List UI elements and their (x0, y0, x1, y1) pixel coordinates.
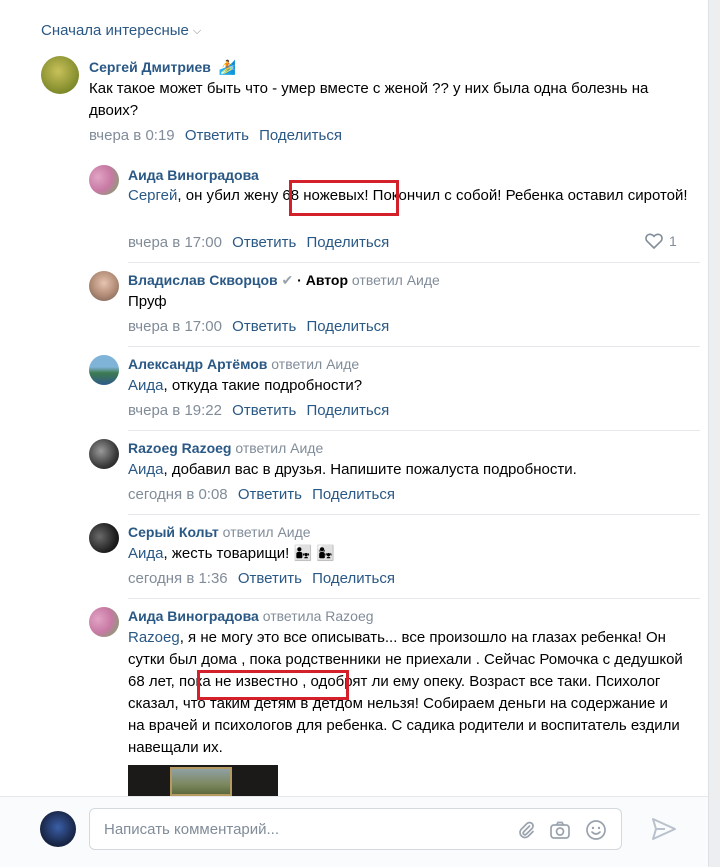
comment-author: Серый Кольт ответил Аиде (128, 524, 311, 540)
replied-to[interactable]: ответил Аиде (352, 272, 440, 288)
red-highlight-box (197, 670, 349, 700)
comment-author: Александр Артёмов ответил Аиде (128, 356, 359, 372)
verified-check-icon: ✔ (281, 272, 294, 288)
comment-text: Аида, откуда такие подробности? (128, 375, 362, 397)
text-part: , я не могу это все описывать... все про… (128, 629, 666, 668)
author-name[interactable]: Сергей Дмитриев (89, 59, 211, 75)
comment-author[interactable]: Сергей Дмитриев 🏄 (89, 59, 236, 76)
surfer-emoji-icon: 🏄 (218, 59, 237, 75)
divider (128, 598, 700, 599)
comment-text: Аида, добавил вас в друзья. Напишите пож… (128, 459, 577, 481)
replied-to[interactable]: ответил Аиде (235, 440, 323, 456)
comment-text: Как такое может быть что - умер вместе с… (89, 80, 649, 119)
sort-dropdown[interactable]: Сначала интересные ⌵ (41, 22, 201, 39)
comment-time[interactable]: вчера в 0:19 (89, 127, 175, 144)
comment-input-placeholder: Написать комментарий... (104, 821, 280, 838)
comments-panel: Сначала интересные ⌵ Сергей Дмитриев 🏄 К… (0, 0, 709, 867)
mention-link[interactable]: Аида (128, 545, 163, 562)
reply-button[interactable]: Ответить (238, 570, 302, 587)
reply-button[interactable]: Ответить (185, 127, 249, 144)
comment-time[interactable]: вчера в 17:00 (128, 318, 222, 335)
replied-to[interactable]: ответил Аиде (271, 356, 359, 372)
chevron-down-icon: ⌵ (192, 25, 202, 37)
comment-actions: вчера в 17:00 Ответить Поделиться (128, 318, 395, 335)
avatar[interactable] (41, 56, 79, 94)
camera-icon[interactable] (549, 820, 571, 840)
heart-icon (645, 233, 663, 249)
comment-author: Razoeg Razoeg ответил Аиде (128, 440, 323, 456)
comment-text: Аида, жесть товарищи! 👨‍👧 👩‍👧 (128, 543, 335, 565)
share-button[interactable]: Поделиться (259, 127, 342, 144)
comment-time[interactable]: вчера в 19:22 (128, 402, 222, 419)
text-part: , жесть товарищи! 👨‍👧 👩‍👧 (163, 545, 336, 562)
comment-author: Аида Виноградова ответила Razoeg (128, 608, 374, 624)
mention-link[interactable]: Razoeg (128, 629, 180, 646)
author-name[interactable]: Александр Артёмов (128, 356, 267, 372)
divider (128, 346, 700, 347)
paperclip-icon[interactable] (516, 820, 536, 840)
divider (128, 430, 700, 431)
like-button[interactable]: 1 (645, 233, 677, 249)
comment-actions: сегодня в 1:36 Ответить Поделиться (128, 570, 401, 587)
mention-link[interactable]: Сергей (128, 187, 177, 204)
comment-text: Пруф (128, 293, 167, 310)
share-button[interactable]: Поделиться (306, 234, 389, 251)
comment-actions: вчера в 0:19 Ответить Поделиться (89, 127, 348, 144)
comment-actions: вчера в 19:22 Ответить Поделиться (128, 402, 395, 419)
text-part: , он убил жену (177, 187, 283, 204)
smile-icon[interactable] (585, 819, 607, 841)
text-part: Покончил с собой! Ребенка оставил сирото… (368, 187, 688, 204)
attached-photo[interactable] (128, 765, 278, 796)
avatar[interactable] (89, 523, 119, 553)
divider (128, 514, 700, 515)
reply-button[interactable]: Ответить (232, 234, 296, 251)
share-button[interactable]: Поделиться (312, 486, 395, 503)
comment-author: Владислав Скворцов ✔ · Автор ответил Аид… (128, 272, 440, 289)
share-button[interactable]: Поделиться (306, 318, 389, 335)
red-highlight-box (289, 180, 399, 216)
avatar[interactable] (89, 165, 119, 195)
reply-button[interactable]: Ответить (232, 318, 296, 335)
avatar[interactable] (89, 271, 119, 301)
painting-image (170, 767, 232, 796)
comment-text: Сергей, он убил жену 68 ножевых! Покончи… (128, 185, 688, 207)
comment-actions: сегодня в 0:08 Ответить Поделиться (128, 486, 401, 503)
share-button[interactable]: Поделиться (312, 570, 395, 587)
reply-button[interactable]: Ответить (232, 402, 296, 419)
divider (128, 262, 700, 263)
mention-link[interactable]: Аида (128, 377, 163, 394)
avatar[interactable] (89, 439, 119, 469)
comment-time[interactable]: вчера в 17:00 (128, 234, 222, 251)
avatar[interactable] (89, 355, 119, 385)
replied-to[interactable]: ответила Razoeg (263, 608, 374, 624)
author-name[interactable]: Серый Кольт (128, 524, 219, 540)
author-name[interactable]: Аида Виноградова (128, 167, 259, 183)
author-badge: · Автор (297, 272, 349, 288)
comment-time[interactable]: сегодня в 0:08 (128, 486, 228, 503)
text-part: , добавил вас в друзья. Напишите пожалус… (163, 461, 577, 478)
like-count: 1 (669, 233, 677, 249)
comment-time[interactable]: сегодня в 1:36 (128, 570, 228, 587)
mention-link[interactable]: Аида (128, 461, 163, 478)
author-name[interactable]: Razoeg Razoeg (128, 440, 231, 456)
avatar[interactable] (40, 811, 76, 847)
reply-button[interactable]: Ответить (238, 486, 302, 503)
replied-to[interactable]: ответил Аиде (223, 524, 311, 540)
text-part: , откуда такие подробности? (163, 377, 363, 394)
author-name[interactable]: Аида Виноградова (128, 608, 259, 624)
send-icon[interactable] (651, 817, 677, 841)
avatar[interactable] (89, 607, 119, 637)
comment-actions: вчера в 17:00 Ответить Поделиться (128, 234, 395, 251)
comment-input[interactable]: Написать комментарий... (89, 808, 622, 850)
share-button[interactable]: Поделиться (306, 402, 389, 419)
sort-label: Сначала интересные (41, 22, 189, 39)
author-name[interactable]: Владислав Скворцов (128, 272, 278, 288)
